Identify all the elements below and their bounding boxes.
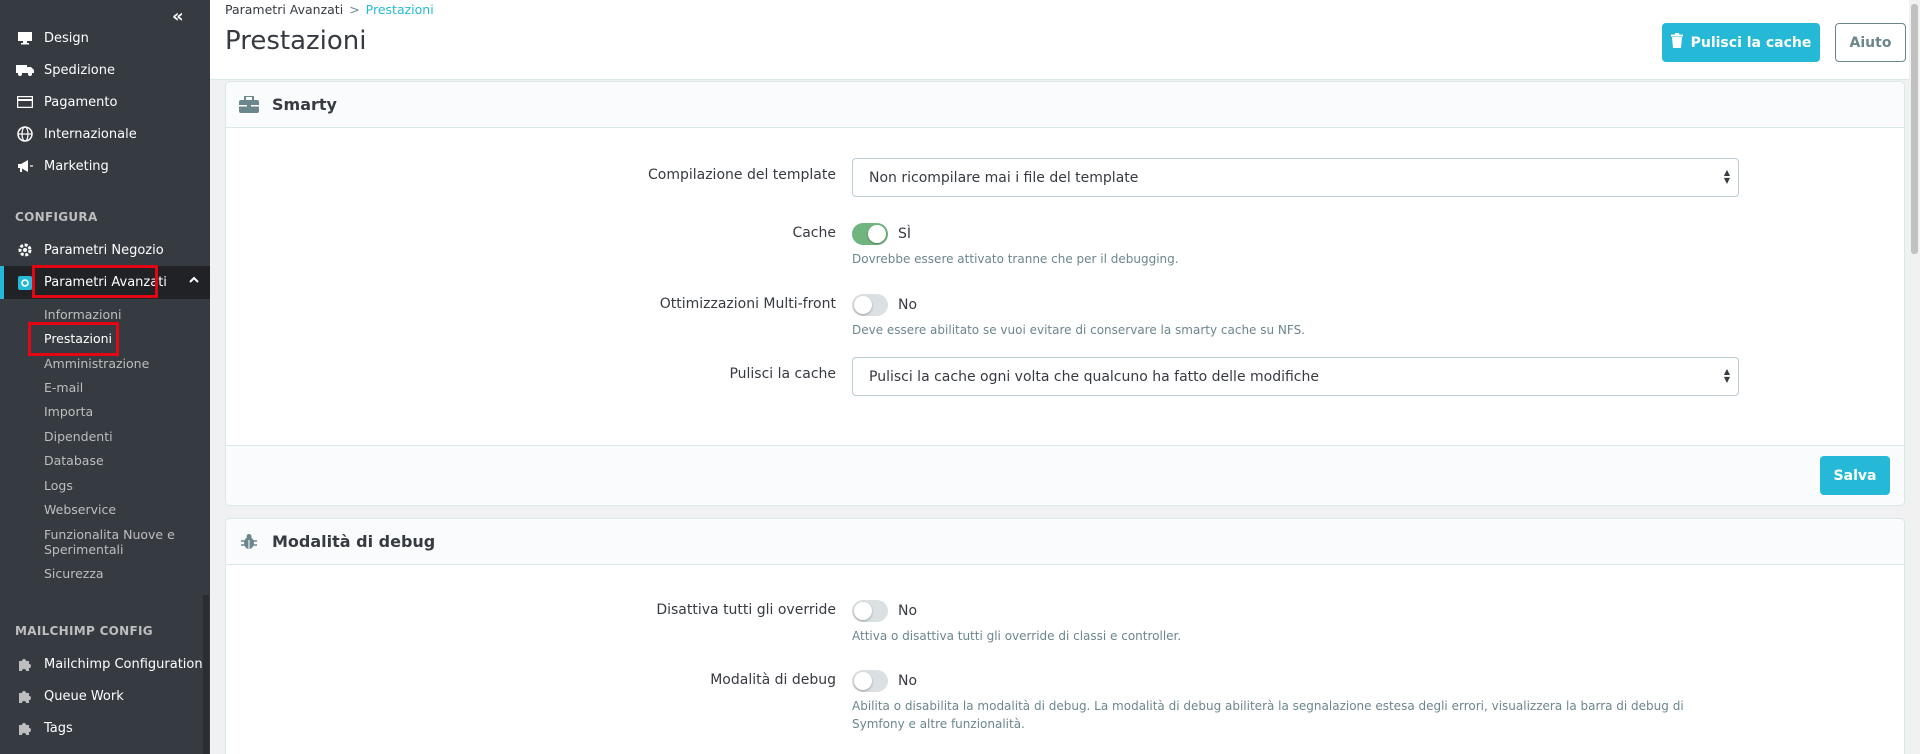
sidebar-item-pagamento[interactable]: Pagamento xyxy=(0,86,210,118)
clear-cache-label: Pulisci la cache xyxy=(1690,34,1812,51)
debug-mode-toggle[interactable] xyxy=(852,670,888,692)
toggle-knob xyxy=(854,672,872,690)
debug-card: Modalità di debug Disattiva tutti gli ov… xyxy=(225,518,1905,754)
sidebar-item-label: Marketing xyxy=(44,158,109,174)
sub-item-funzionalita[interactable]: Funzionalita Nuove e Sperimentali xyxy=(44,527,184,557)
highlight-box xyxy=(32,265,158,298)
cache-label: Cache xyxy=(792,225,836,241)
cache-toggle[interactable] xyxy=(852,223,888,245)
sub-item-importa[interactable]: Importa xyxy=(44,404,93,419)
clear-cache-label: Pulisci la cache xyxy=(729,366,836,382)
megaphone-icon xyxy=(15,158,35,174)
sidebar-item-label: Mailchimp Configuration xyxy=(44,656,203,672)
breadcrumb-parent[interactable]: Parametri Avanzati xyxy=(225,2,343,17)
sidebar-item-label: Parametri Negozio xyxy=(44,242,164,258)
clear-cache-select[interactable]: Pulisci la cache ogni volta che qualcuno… xyxy=(852,357,1739,396)
sidebar-item-label: Queue Work xyxy=(44,688,124,704)
select-arrows-icon: ▲ ▼ xyxy=(1723,168,1730,185)
page-scrollbar[interactable] xyxy=(1909,0,1920,754)
debug-mode-state: No xyxy=(898,673,918,689)
highlight-box xyxy=(28,322,119,356)
multifront-label: Ottimizzazioni Multi-front xyxy=(659,296,836,312)
page-header: Parametri Avanzati > Prestazioni Prestazio… xyxy=(210,0,1920,80)
sidebar-item-label: Internazionale xyxy=(44,126,137,142)
sub-item-email[interactable]: E-mail xyxy=(44,380,83,395)
sub-item-database[interactable]: Database xyxy=(44,453,104,468)
credit-card-icon xyxy=(15,94,35,110)
breadcrumb: Parametri Avanzati > Prestazioni xyxy=(225,2,434,17)
breadcrumb-current[interactable]: Prestazioni xyxy=(366,2,434,17)
debug-mode-help: Abilita o disabilita la modalità di debu… xyxy=(852,699,1684,731)
debug-card-header: Modalità di debug xyxy=(226,519,1904,565)
compile-template-value: Non ricompilare mai i file del template xyxy=(869,169,1139,186)
scrollbar-thumb[interactable] xyxy=(1911,4,1918,254)
sidebar-item-marketing[interactable]: Marketing xyxy=(0,150,210,182)
page-title: Prestazioni xyxy=(225,26,367,56)
trash-icon xyxy=(1670,33,1683,52)
smarty-card-header: Smarty xyxy=(226,82,1904,128)
sidebar-item-mailchimp-configuration[interactable]: Mailchimp Configuration xyxy=(0,648,210,680)
cache-state: SÌ xyxy=(898,226,912,242)
section-title-configura: CONFIGURA xyxy=(15,210,98,224)
smarty-card-footer: Salva xyxy=(226,445,1904,505)
sub-item-amministrazione[interactable]: Amministrazione xyxy=(44,356,149,371)
sidebar-item-queue-work[interactable]: Queue Work xyxy=(0,680,210,712)
toggle-knob xyxy=(868,225,886,243)
sub-item-logs[interactable]: Logs xyxy=(44,478,73,493)
multifront-state: No xyxy=(898,297,918,313)
sidebar-item-label: Pagamento xyxy=(44,94,118,110)
compile-template-select[interactable]: Non ricompilare mai i file del template … xyxy=(852,158,1739,197)
bug-icon xyxy=(238,532,260,552)
puzzle-icon xyxy=(15,720,35,736)
override-label: Disattiva tutti gli override xyxy=(656,602,836,618)
sidebar-item-internazionale[interactable]: Internazionale xyxy=(0,118,210,150)
save-button[interactable]: Salva xyxy=(1820,456,1890,495)
sidebar-item-design[interactable]: Design xyxy=(0,22,210,54)
sidebar-item-label: Design xyxy=(44,30,89,46)
multifront-toggle[interactable] xyxy=(852,294,888,316)
section-title-mailchimp: MAILCHIMP CONFIG xyxy=(15,624,153,638)
smarty-title: Smarty xyxy=(272,95,337,114)
chevron-up-icon xyxy=(188,274,200,290)
sidebar-item-tags[interactable]: Tags xyxy=(0,712,210,744)
debug-title: Modalità di debug xyxy=(272,532,436,551)
toggle-knob xyxy=(854,602,872,620)
sidebar: « Design Spedizione Pagamento Internazio… xyxy=(0,0,210,754)
override-help: Attiva o disattiva tutti gli override di… xyxy=(852,629,1182,643)
sidebar-scrollbar[interactable] xyxy=(203,595,209,754)
sub-item-sicurezza[interactable]: Sicurezza xyxy=(44,566,104,581)
gear-icon xyxy=(15,242,35,258)
sub-item-informazioni[interactable]: Informazioni xyxy=(44,307,122,322)
monitor-icon xyxy=(15,30,35,46)
compile-template-label: Compilazione del template xyxy=(647,167,836,183)
puzzle-icon xyxy=(15,656,35,672)
sidebar-item-spedizione[interactable]: Spedizione xyxy=(0,54,210,86)
clear-cache-value: Pulisci la cache ogni volta che qualcuno… xyxy=(869,368,1319,385)
clear-cache-button[interactable]: Pulisci la cache xyxy=(1662,23,1820,62)
cache-help: Dovrebbe essere attivato tranne che per … xyxy=(852,252,1179,266)
globe-icon xyxy=(15,126,35,142)
multifront-help: Deve essere abilitato se vuoi evitare di… xyxy=(852,323,1306,337)
sub-item-dipendenti[interactable]: Dipendenti xyxy=(44,429,113,444)
breadcrumb-separator: > xyxy=(349,2,360,17)
sidebar-item-parametri-negozio[interactable]: Parametri Negozio xyxy=(0,234,210,266)
truck-icon xyxy=(15,62,35,78)
smarty-card: Smarty Compilazione del template Non ric… xyxy=(225,81,1905,506)
debug-mode-label: Modalità di debug xyxy=(710,672,836,688)
briefcase-icon xyxy=(238,95,260,115)
override-toggle[interactable] xyxy=(852,600,888,622)
sub-item-webservice[interactable]: Webservice xyxy=(44,502,116,517)
sidebar-item-label: Spedizione xyxy=(44,62,115,78)
sidebar-item-label: Tags xyxy=(44,720,73,736)
help-button[interactable]: Aiuto xyxy=(1835,23,1906,62)
toggle-knob xyxy=(854,296,872,314)
override-state: No xyxy=(898,603,918,619)
puzzle-icon xyxy=(15,688,35,704)
select-arrows-icon: ▲ ▼ xyxy=(1723,367,1730,384)
